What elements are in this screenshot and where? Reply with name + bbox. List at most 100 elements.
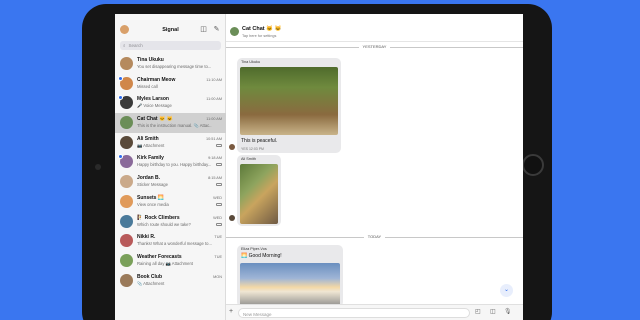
divider-label: TODAY: [363, 234, 386, 239]
message-time: 9:18 AM: [208, 156, 222, 161]
read-receipt-icon: [216, 183, 222, 187]
message-preview: Happy birthday to you. Happy birthday...: [137, 162, 212, 168]
message-time: 11:00 AM: [206, 117, 222, 122]
chat-title: Cat Chat 🐱 😺: [242, 26, 282, 32]
message-time: 11:10 AM: [206, 77, 222, 82]
compose-icon[interactable]: ✎: [212, 25, 221, 34]
camera-icon[interactable]: ◫: [490, 308, 496, 315]
contact-name: Weather Forecasts: [137, 253, 182, 260]
contact-avatar: [120, 214, 133, 228]
conversation-row[interactable]: Weather Forecasts Raining all day 📷 Attac…: [115, 251, 226, 271]
message-input-placeholder: New Message: [243, 311, 272, 317]
message-preview: Which route should we take?: [137, 221, 191, 227]
message-time: 10:51 AM: [205, 136, 222, 141]
conversation-row[interactable]: Jordan B. Sticker Message 8:15 AM: [115, 172, 226, 192]
contact-name: Myles Larson: [137, 96, 169, 103]
app-screen: 9:41 AM Tue Jan 9 100% Signal ◫ ✎ ⌕ Sear…: [115, 14, 523, 320]
contact-name: Chairman Meow: [137, 76, 176, 83]
message-sender: Ali Smith: [241, 157, 256, 161]
chat-subtitle: Tap here for settings: [242, 34, 277, 38]
read-receipt-icon: [216, 163, 222, 167]
contact-avatar: [120, 194, 133, 208]
contact-avatar: [120, 57, 133, 70]
contact-name: Ali Smith: [137, 135, 159, 142]
microphone-icon[interactable]: 🎙: [504, 308, 512, 315]
contact-name: Jordan B.: [137, 175, 161, 182]
message-text: This is peaceful.: [241, 138, 278, 144]
message-input[interactable]: New Message: [238, 308, 470, 318]
conversation-row[interactable]: Tina Ukuku You set disappearing message t…: [115, 54, 226, 74]
conversation-row[interactable]: Kirk Family Happy birthday to you. Happy …: [115, 152, 226, 172]
message-preview: Sticker Message: [137, 182, 168, 188]
message-time: 11:00 AM: [206, 97, 222, 102]
contact-avatar: [120, 116, 133, 130]
read-receipt-icon: [216, 202, 222, 206]
message-preview: View once media: [137, 201, 169, 207]
unread-badge: [118, 75, 123, 81]
read-receipt-icon: [216, 143, 222, 147]
message-time: MON: [213, 274, 222, 279]
cat-photo[interactable]: [240, 164, 278, 224]
conversation-row[interactable]: Myles Larson 🎤 Voice Message 11:00 AM: [115, 93, 226, 113]
sidebar-header: Signal ◫ ✎: [115, 24, 226, 38]
contact-name: Book Club: [137, 273, 162, 280]
message-bubble[interactable]: Ali Smith: [237, 155, 281, 226]
conversation-row[interactable]: Book Club 📎 Attachment MON: [115, 271, 226, 291]
scroll-down-button[interactable]: ⌄: [500, 284, 513, 297]
conversation-row[interactable]: Nikki R. Thanks! What a wonderful message…: [115, 231, 226, 251]
conversation-row[interactable]: Sunsets 🌅 View once media WED: [115, 192, 226, 212]
message-time: 8:15 AM: [208, 176, 222, 181]
message-preview: 📎 Attachment: [137, 280, 165, 286]
message-time: WED: [213, 215, 222, 220]
message-preview: This is the instruction manual. 📎 Attac.…: [137, 123, 212, 129]
front-camera: [95, 164, 101, 170]
group-avatar: [230, 27, 239, 36]
contact-avatar: [120, 175, 133, 189]
message-preview: You set disappearing message time to...: [137, 64, 212, 69]
search-icon: ⌕: [123, 43, 126, 48]
message-preview: Thanks! What a wonderful message to...: [137, 241, 212, 247]
contact-name: Cat Chat 🐱 😺: [137, 116, 173, 123]
forest-photo[interactable]: [240, 67, 338, 135]
date-divider-today: TODAY: [226, 234, 523, 240]
contact-name: Kirk Family: [137, 155, 164, 162]
search-input[interactable]: ⌕ Search: [120, 41, 221, 50]
message-time: YES 12:03 PM: [241, 147, 264, 151]
message-sender: Eliza Piper-Vos: [241, 247, 267, 251]
message-text: 🌅 Good Morning!: [241, 253, 282, 259]
contact-name: Tina Ukuku: [137, 57, 164, 63]
date-divider-yesterday: YESTERDAY: [226, 44, 523, 50]
app-title: Signal: [162, 27, 179, 33]
message-preview: Missed call: [137, 83, 158, 89]
contact-avatar: [120, 234, 133, 248]
contact-avatar: [120, 253, 133, 267]
camera-icon[interactable]: ◫: [199, 25, 208, 34]
chat-pane: Cat Chat 🐱 😺 Tap here for settings YESTE…: [226, 14, 523, 320]
message-time: WED: [213, 195, 222, 200]
message-bubble[interactable]: Tina Ukuku This is peaceful. YES 12:03 P…: [237, 58, 341, 153]
contact-name: 🧗 Rock Climbers: [137, 214, 180, 221]
chat-header[interactable]: Cat Chat 🐱 😺 Tap here for settings: [226, 23, 523, 42]
conversation-row[interactable]: Chairman Meow Missed call 11:10 AM: [115, 74, 226, 94]
conversation-list: Tina Ukuku You set disappearing message t…: [115, 54, 226, 290]
conversation-row[interactable]: 🧗 Rock Climbers Which route should we tak…: [115, 212, 226, 232]
conversation-row[interactable]: Cat Chat 🐱 😺 This is the instruction manu…: [115, 113, 226, 133]
message-sender: Tina Ukuku: [241, 60, 261, 64]
sender-avatar: [229, 215, 235, 221]
conversation-row[interactable]: Ali Smith 📷 Attachment 10:51 AM: [115, 133, 226, 153]
conversation-sidebar: Signal ◫ ✎ ⌕ Search Tina Ukuku You set di…: [115, 14, 226, 320]
message-bubble[interactable]: Eliza Piper-Vos 🌅 Good Morning!: [237, 245, 343, 307]
message-preview: 🎤 Voice Message: [137, 103, 172, 109]
message-preview: 📷 Attachment: [137, 142, 165, 148]
read-receipt-icon: [216, 222, 222, 226]
contact-name: Sunsets 🌅: [137, 194, 165, 201]
divider-label: YESTERDAY: [358, 44, 391, 49]
search-placeholder: Search: [128, 43, 143, 48]
sticker-icon[interactable]: ◰: [475, 308, 481, 315]
contact-avatar: [120, 135, 133, 149]
add-attachment-icon[interactable]: +: [229, 308, 233, 315]
sunrise-photo[interactable]: [240, 263, 340, 307]
message-time: TUE: [214, 254, 222, 259]
message-composer: + New Message ◰ ◫ 🎙: [226, 304, 523, 320]
home-button[interactable]: [522, 154, 544, 176]
